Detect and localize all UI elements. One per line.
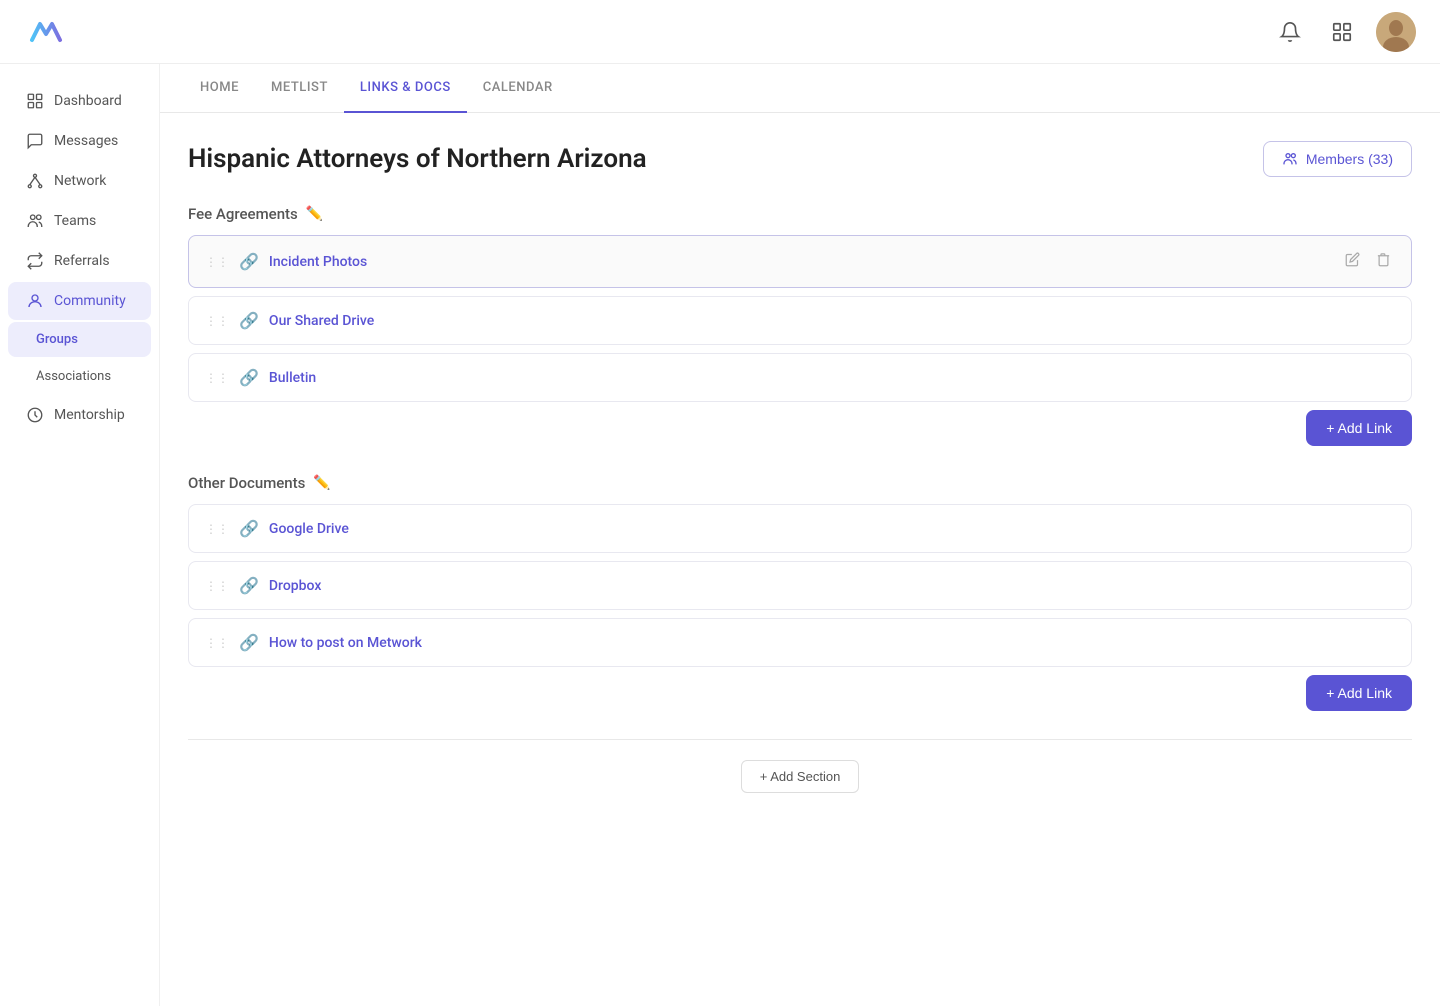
section-header-other-documents: Other Documents ✏️ bbox=[188, 474, 1412, 492]
add-link-row-1: + Add Link bbox=[188, 410, 1412, 446]
topnav-right bbox=[1272, 12, 1416, 52]
main-content: HOME METLIST LINKS & DOCS CALENDAR Hispa… bbox=[160, 64, 1440, 1006]
tab-metlist[interactable]: METLIST bbox=[255, 64, 344, 113]
members-button[interactable]: Members (33) bbox=[1263, 141, 1412, 177]
add-section-label: + Add Section bbox=[760, 769, 841, 784]
sidebar-item-community[interactable]: Community bbox=[8, 282, 151, 320]
link-name: Incident Photos bbox=[269, 254, 1341, 270]
add-link-button-1[interactable]: + Add Link bbox=[1306, 410, 1412, 446]
messages-icon bbox=[26, 132, 44, 150]
link-name: Bulletin bbox=[269, 370, 1395, 386]
page-title: Hispanic Attorneys of Northern Arizona bbox=[188, 144, 647, 174]
tab-calendar[interactable]: CALENDAR bbox=[467, 64, 569, 113]
sidebar-item-label: Network bbox=[54, 173, 106, 189]
link-chain-icon: 🔗 bbox=[239, 519, 259, 538]
link-item-dropbox[interactable]: ⋮⋮ 🔗 Dropbox bbox=[188, 561, 1412, 610]
link-name: How to post on Metwork bbox=[269, 635, 1395, 651]
doc-section-other-documents: Other Documents ✏️ ⋮⋮ 🔗 Google Drive ⋮⋮ … bbox=[188, 474, 1412, 711]
drag-handle: ⋮⋮ bbox=[205, 637, 229, 649]
link-name: Our Shared Drive bbox=[269, 313, 1395, 329]
link-item-how-to-post[interactable]: ⋮⋮ 🔗 How to post on Metwork bbox=[188, 618, 1412, 667]
sidebar-item-label: Messages bbox=[54, 133, 118, 149]
tab-home[interactable]: HOME bbox=[184, 64, 255, 113]
link-item-google-drive[interactable]: ⋮⋮ 🔗 Google Drive bbox=[188, 504, 1412, 553]
link-item-our-shared-drive[interactable]: ⋮⋮ 🔗 Our Shared Drive bbox=[188, 296, 1412, 345]
link-chain-icon: 🔗 bbox=[239, 252, 259, 271]
sidebar-item-dashboard[interactable]: Dashboard bbox=[8, 82, 151, 120]
sidebar-item-label: Referrals bbox=[54, 253, 110, 269]
link-chain-icon: 🔗 bbox=[239, 311, 259, 330]
members-button-label: Members (33) bbox=[1306, 151, 1393, 167]
link-actions bbox=[1341, 250, 1395, 273]
sidebar-item-label: Associations bbox=[36, 369, 111, 384]
add-link-label: + Add Link bbox=[1326, 685, 1392, 701]
link-chain-icon: 🔗 bbox=[239, 576, 259, 595]
drag-handle: ⋮⋮ bbox=[205, 580, 229, 592]
sidebar-item-label: Mentorship bbox=[54, 407, 125, 423]
logo[interactable] bbox=[24, 10, 68, 54]
sidebar-item-groups[interactable]: Groups bbox=[8, 322, 151, 357]
delete-link-button[interactable] bbox=[1372, 250, 1395, 273]
layout: Dashboard Messages Network bbox=[0, 64, 1440, 1006]
sidebar-item-label: Dashboard bbox=[54, 93, 122, 109]
members-icon bbox=[1282, 151, 1298, 167]
add-section-button[interactable]: + Add Section bbox=[741, 760, 860, 793]
mentorship-icon bbox=[26, 406, 44, 424]
section-header-fee-agreements: Fee Agreements ✏️ bbox=[188, 205, 1412, 223]
network-icon bbox=[26, 172, 44, 190]
doc-section-fee-agreements: Fee Agreements ✏️ ⋮⋮ 🔗 Incident Photos bbox=[188, 205, 1412, 446]
sidebar-item-teams[interactable]: Teams bbox=[8, 202, 151, 240]
windows-button[interactable] bbox=[1324, 14, 1360, 50]
community-icon bbox=[26, 292, 44, 310]
link-chain-icon: 🔗 bbox=[239, 368, 259, 387]
link-name: Dropbox bbox=[269, 578, 1395, 594]
add-link-row-2: + Add Link bbox=[188, 675, 1412, 711]
tabs-bar: HOME METLIST LINKS & DOCS CALENDAR bbox=[160, 64, 1440, 113]
drag-handle: ⋮⋮ bbox=[205, 315, 229, 327]
link-name: Google Drive bbox=[269, 521, 1395, 537]
sidebar-item-mentorship[interactable]: Mentorship bbox=[8, 396, 151, 434]
sidebar-item-messages[interactable]: Messages bbox=[8, 122, 151, 160]
link-chain-icon: 🔗 bbox=[239, 633, 259, 652]
drag-handle: ⋮⋮ bbox=[205, 256, 229, 268]
sidebar-item-associations[interactable]: Associations bbox=[8, 359, 151, 394]
sidebar-item-label: Groups bbox=[36, 332, 78, 347]
drag-handle: ⋮⋮ bbox=[205, 523, 229, 535]
section-title: Other Documents bbox=[188, 474, 305, 492]
add-section-row: + Add Section bbox=[188, 739, 1412, 793]
section-edit-icon[interactable]: ✏️ bbox=[313, 475, 330, 491]
add-link-label: + Add Link bbox=[1326, 420, 1392, 436]
sidebar-item-label: Community bbox=[54, 293, 126, 309]
referrals-icon bbox=[26, 252, 44, 270]
sidebar-item-support[interactable]: Support bbox=[8, 998, 151, 1006]
user-avatar[interactable] bbox=[1376, 12, 1416, 52]
sidebar-item-referrals[interactable]: Referrals bbox=[8, 242, 151, 280]
edit-link-button[interactable] bbox=[1341, 250, 1364, 273]
dashboard-icon bbox=[26, 92, 44, 110]
section-title: Fee Agreements bbox=[188, 205, 298, 223]
drag-handle: ⋮⋮ bbox=[205, 372, 229, 384]
link-item-bulletin[interactable]: ⋮⋮ 🔗 Bulletin bbox=[188, 353, 1412, 402]
sidebar-main-section: Dashboard Messages Network bbox=[0, 80, 159, 996]
notifications-button[interactable] bbox=[1272, 14, 1308, 50]
add-link-button-2[interactable]: + Add Link bbox=[1306, 675, 1412, 711]
sidebar-bottom-section: Support bbox=[0, 996, 159, 1006]
teams-icon bbox=[26, 212, 44, 230]
link-item-incident-photos[interactable]: ⋮⋮ 🔗 Incident Photos bbox=[188, 235, 1412, 288]
content-area: Hispanic Attorneys of Northern Arizona M… bbox=[160, 113, 1440, 1006]
sidebar-item-label: Teams bbox=[54, 213, 96, 229]
sidebar-item-network[interactable]: Network bbox=[8, 162, 151, 200]
sidebar: Dashboard Messages Network bbox=[0, 64, 160, 1006]
page-header: Hispanic Attorneys of Northern Arizona M… bbox=[188, 141, 1412, 177]
top-navigation bbox=[0, 0, 1440, 64]
tab-links-docs[interactable]: LINKS & DOCS bbox=[344, 64, 467, 113]
section-edit-icon[interactable]: ✏️ bbox=[306, 206, 323, 222]
